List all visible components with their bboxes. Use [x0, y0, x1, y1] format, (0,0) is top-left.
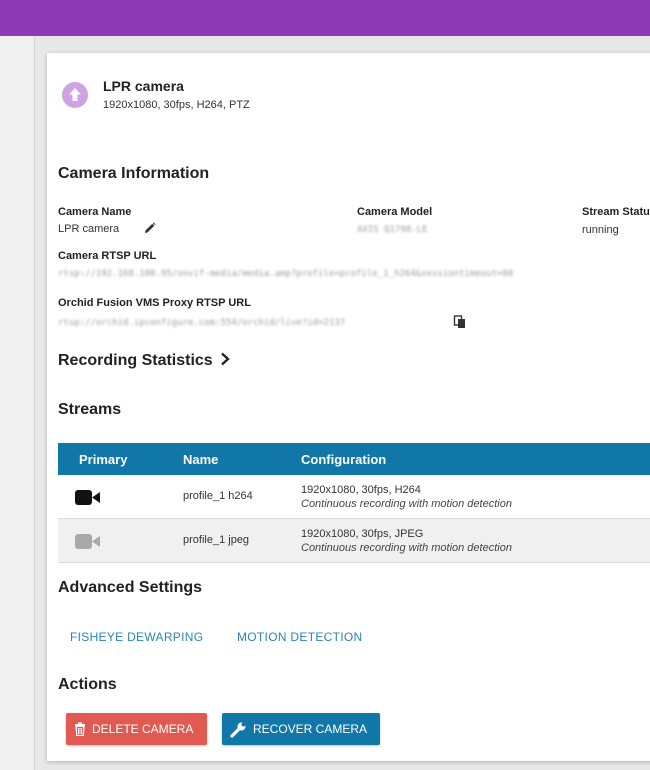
stream-status-label: Stream Status	[582, 206, 650, 218]
streams-heading: Streams	[58, 401, 122, 418]
copy-clipboard-icon[interactable]	[453, 315, 467, 334]
camera-name-value: LPR camera	[58, 223, 120, 235]
table-row[interactable]: profile_1 h264 1920x1080, 30fps, H264 Co…	[58, 475, 650, 519]
camera-model-value: AXIS Q1798-LE	[357, 225, 428, 235]
stream-config: 1920x1080, 30fps, H264	[301, 484, 421, 496]
recording-statistics-toggle[interactable]: Recording Statistics	[58, 352, 231, 370]
camera-name-label: Camera Name	[58, 206, 132, 218]
camera-subtitle: 1920x1080, 30fps, H264, PTZ	[103, 99, 250, 111]
camera-status-icon	[62, 82, 88, 108]
camera-detail-card: LPR camera 1920x1080, 30fps, H264, PTZ C…	[47, 53, 650, 761]
camera-information-heading: Camera Information	[58, 165, 210, 182]
stream-recording-mode: Continuous recording with motion detecti…	[301, 542, 512, 554]
streams-table-header: Primary Name Configuration	[58, 443, 650, 475]
column-configuration: Configuration	[301, 452, 387, 467]
chevron-right-icon	[221, 352, 230, 366]
camera-rtsp-url-label: Camera RTSP URL	[58, 250, 157, 262]
delete-camera-button[interactable]: DELETE CAMERA	[66, 713, 207, 745]
side-panel	[0, 36, 35, 770]
column-name: Name	[183, 452, 219, 467]
wrench-icon	[230, 722, 246, 738]
camera-model-label: Camera Model	[357, 206, 433, 218]
stream-status-value: running	[582, 224, 619, 236]
recover-camera-label: RECOVER CAMERA	[253, 722, 368, 736]
proxy-rtsp-url-label: Orchid Fusion VMS Proxy RTSP URL	[58, 297, 251, 309]
camera-rtsp-url-value: rtsp://192.168.100.95/onvif-media/media.…	[58, 269, 514, 279]
trash-icon	[75, 722, 85, 736]
recording-statistics-heading: Recording Statistics	[58, 352, 213, 369]
table-row[interactable]: profile_1 jpeg 1920x1080, 30fps, JPEG Co…	[58, 519, 650, 563]
motion-detection-link[interactable]: MOTION DETECTION	[237, 630, 362, 644]
camera-title: LPR camera	[103, 78, 184, 94]
column-primary: Primary	[79, 452, 128, 467]
top-app-bar	[0, 0, 650, 36]
recover-camera-button[interactable]: RECOVER CAMERA	[222, 713, 380, 745]
stream-recording-mode: Continuous recording with motion detecti…	[301, 498, 512, 510]
delete-camera-label: DELETE CAMERA	[92, 722, 194, 736]
video-camera-icon[interactable]	[74, 488, 102, 511]
actions-heading: Actions	[58, 676, 117, 693]
stream-name: profile_1 jpeg	[183, 534, 250, 546]
fisheye-dewarping-link[interactable]: FISHEYE DEWARPING	[70, 630, 203, 644]
edit-pencil-icon[interactable]	[144, 221, 156, 239]
proxy-rtsp-url-value: rtsp://orchid.ipconfigure.com:554/orchid…	[58, 318, 346, 328]
advanced-settings-heading: Advanced Settings	[58, 579, 203, 596]
stream-config: 1920x1080, 30fps, JPEG	[301, 528, 424, 540]
video-camera-icon[interactable]	[74, 532, 102, 555]
streams-table: Primary Name Configuration profile_1 h26…	[58, 443, 650, 563]
stream-name: profile_1 h264	[183, 490, 253, 502]
